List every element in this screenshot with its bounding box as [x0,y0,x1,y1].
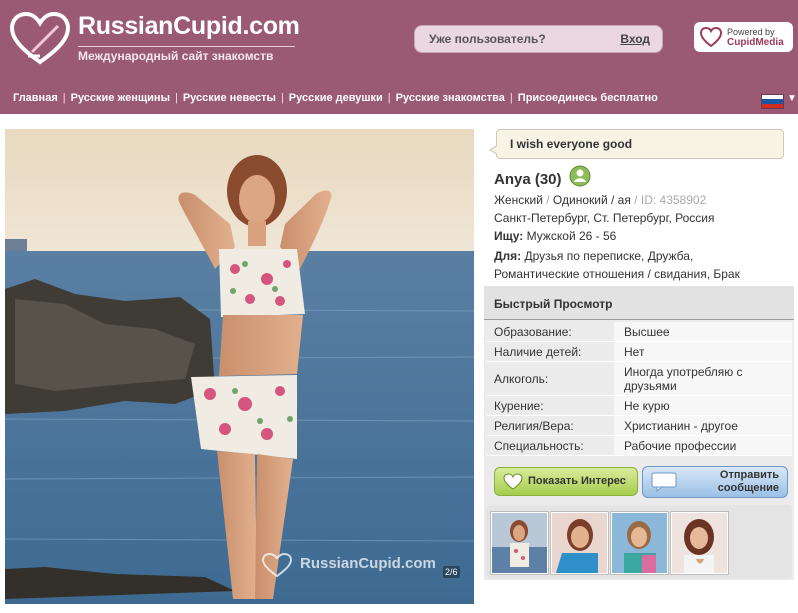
profile-seeking: Ищу: Мужской 26 - 56 [494,229,616,243]
details-table: Образование: Высшее Наличие детей: Нет Алк… [487,322,792,456]
nav-item-russian-girls[interactable]: Русские девушки [289,92,383,104]
cupidmedia-heart-icon [700,26,722,48]
tagline: Международный сайт знакомств [78,46,295,63]
profile-headline: I wish everyone good [510,137,633,151]
seeking-value: Мужской 26 - 56 [526,229,617,243]
profile-id: ID: 4358902 [640,193,707,207]
table-row: Образование: Высшее [487,322,792,342]
nav-separator: | [62,92,66,104]
quick-view-header: Быстрый Просмотр [484,286,794,320]
send-message-line1: Отправить [719,469,779,481]
send-message-label: Отправить сообщение [679,469,779,495]
detail-label: Религия/Вера: [487,415,614,436]
thumbnail-image [552,513,607,573]
login-prompt: Уже пользователь? [429,32,546,46]
detail-label: Курение: [487,395,614,416]
heart-icon [503,473,523,490]
thumbnail-image [672,513,727,573]
detail-value: Высшее [614,322,792,342]
detail-value: Рабочие профессии [614,435,792,456]
table-row: Алкоголь: Иногда употребляю с друзьями [487,361,792,396]
profile-gender-status: Женский / Одинокий / ая / ID: 4358902 [494,193,706,207]
table-row: Религия/Вера: Христианин - другое [487,415,792,436]
detail-label: Специальность: [487,435,614,456]
send-message-line2: сообщение [717,482,779,494]
photo-thumbnail-4[interactable] [670,511,729,575]
profile-name-age: Anya (30) [494,171,562,188]
site-header: RussianCupid.com Международный сайт знак… [0,0,798,114]
watermark-heart-icon [261,552,293,578]
nav-item-russian-dating[interactable]: Русские знакомства [396,92,505,104]
looking-for-value-1: Друзья по переписке, Дружба, [524,249,694,263]
photo-counter: 2/6 [443,566,460,578]
profile-looking-for: Для: Друзья по переписке, Дружба, Романт… [494,247,740,283]
detail-value: Нет [614,341,792,362]
detail-label: Алкоголь: [487,361,614,396]
send-message-button[interactable]: Отправить сообщение [642,466,788,498]
quick-view-title: Быстрый Просмотр [494,297,613,311]
detail-label: Наличие детей: [487,341,614,362]
nav-item-russian-brides[interactable]: Русские невесты [183,92,276,104]
looking-for-label: Для: [494,249,522,263]
nav-separator: | [509,92,513,104]
looking-for-value-2: Романтические отношения / свидания, Брак [494,267,740,281]
detail-value: Христианин - другое [614,415,792,436]
thumbnail-image [612,513,667,573]
powered-by-badge[interactable]: Powered by CupidMedia [694,22,793,52]
login-box: Уже пользователь? Вход [414,25,663,53]
powered-by-label: Powered by [727,27,775,37]
nav-item-join-free[interactable]: Присоединесь бесплатно [518,92,658,104]
show-interest-button[interactable]: Показать Интерес [494,467,638,496]
brand-name[interactable]: RussianCupid.com [78,12,300,41]
profile-relationship-status: Одинокий / ая [552,193,631,207]
profile-location: Санкт-Петербург, Ст. Петербург, Россия [494,211,715,225]
powered-brand-label: CupidMedia [727,37,784,48]
detail-value: Не курю [614,395,792,416]
table-row: Специальность: Рабочие профессии [487,435,792,456]
heart-logo-icon[interactable] [10,12,70,66]
photo-thumbnails [486,505,792,578]
nav-item-home[interactable]: Главная [13,92,58,104]
profile-photo[interactable] [5,129,474,604]
beach-photo-illustration [5,129,474,604]
speech-bubble-icon [651,472,677,492]
login-link[interactable]: Вход [620,32,650,46]
table-row: Курение: Не курю [487,395,792,416]
nav-separator: | [387,92,391,104]
nav-item-russian-women[interactable]: Русские женщины [71,92,170,104]
online-status-icon [569,165,591,187]
thumbnail-image [492,513,547,573]
detail-value: Иногда употребляю с друзьями [614,361,792,396]
photo-thumbnail-2[interactable] [550,511,609,575]
photo-thumbnail-3[interactable] [610,511,669,575]
nav-separator: | [280,92,284,104]
profile-gender: Женский [494,193,543,207]
nav-separator: | [174,92,178,104]
chevron-down-icon[interactable]: ▼ [787,93,797,104]
detail-label: Образование: [487,322,614,342]
table-row: Наличие детей: Нет [487,341,792,362]
seeking-label: Ищу: [494,229,524,243]
separator: / [546,193,550,207]
main-nav: Главная | Русские женщины | Русские невесты |… [13,92,658,104]
separator: / [634,193,638,207]
russia-flag-icon[interactable] [761,94,784,109]
show-interest-label: Показать Интерес [528,475,626,487]
photo-watermark: RussianCupid.com [300,555,436,572]
photo-thumbnail-1[interactable] [490,511,549,575]
profile-headline-bubble: I wish everyone good [489,129,784,159]
